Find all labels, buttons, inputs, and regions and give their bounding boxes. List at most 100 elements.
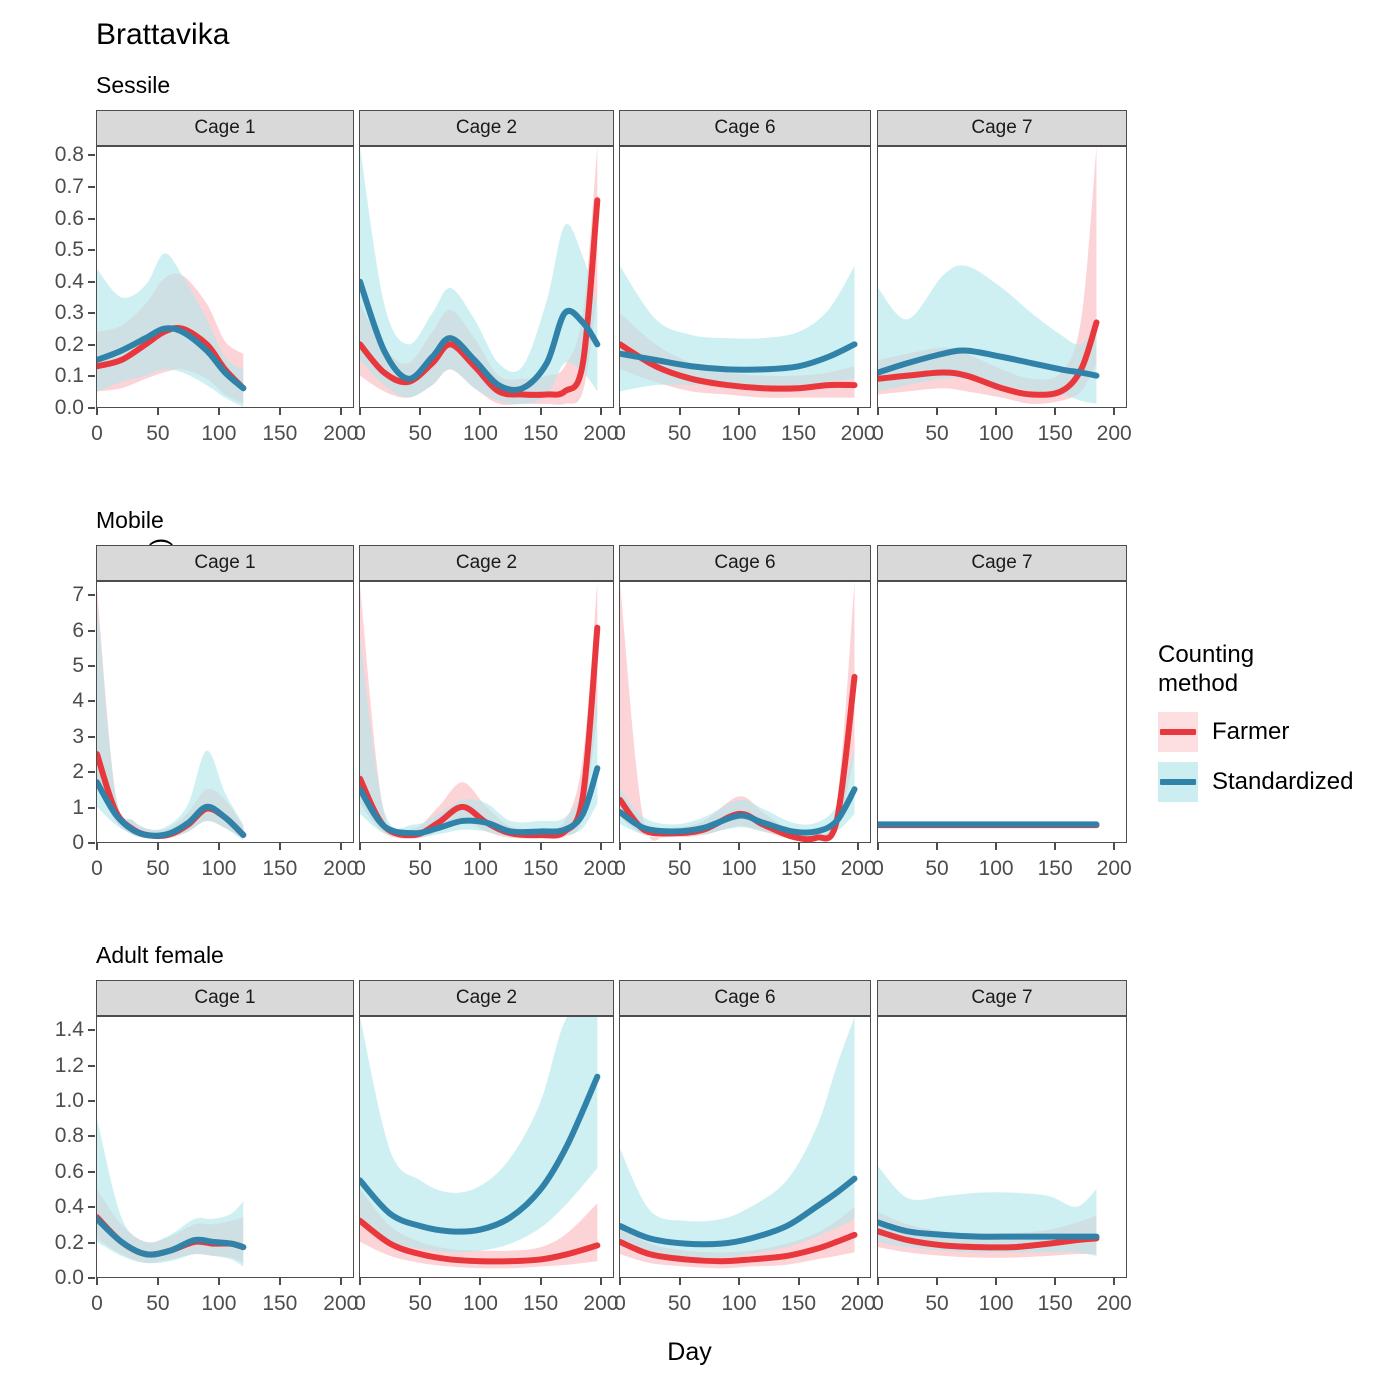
y-tick-mark [88,1064,95,1067]
x-tick-mark [995,1278,998,1285]
y-tick-label: 0.6 [54,206,84,230]
y-tick-mark [88,594,95,597]
y-tick-label: 7 [72,583,84,607]
x-tick-mark [1113,843,1116,850]
y-tick-mark [88,806,95,809]
y-tick-mark [88,375,95,378]
y-tick-label: 5 [72,653,84,677]
x-tick-label: 100 [201,422,237,445]
x-tick-mark [857,408,860,415]
y-tick-mark [88,1029,95,1032]
x-tick-mark [217,408,220,415]
x-tick-label: 50 [408,857,432,880]
row-subtitle-adult_female: Adult female [96,942,224,968]
y-tick-label: 0.7 [54,175,84,199]
x-tick-label: 200 [840,1292,876,1315]
y-tick-label: 0.1 [54,364,84,388]
legend: Counting method Farmer Standardized [1158,640,1353,812]
x-tick-mark [419,1278,422,1285]
x-tick-label: 0 [91,1292,103,1315]
x-tick-mark [339,408,342,415]
x-tick-label: 0 [91,857,103,880]
x-tick-label: 100 [978,1292,1014,1315]
panel-adult_female-cage-1 [96,1016,354,1278]
x-tick-mark [619,408,621,415]
x-tick-mark [1054,1278,1057,1285]
x-tick-mark [359,408,361,415]
x-tick-label: 50 [408,1292,432,1315]
panel-mobile-cage-6 [619,581,871,843]
y-tick-mark [88,1135,95,1138]
legend-item-standardized[interactable]: Standardized [1158,762,1353,802]
x-tick-mark [738,1278,741,1285]
panel-sessile-cage-6 [619,146,871,408]
x-tick-label: 0 [614,422,626,445]
x-tick-label: 200 [840,857,876,880]
x-tick-mark [738,408,741,415]
y-tick-mark [88,186,95,189]
x-tick-label: 50 [667,1292,692,1315]
x-tick-label: 150 [1037,422,1073,445]
x-tick-label: 150 [523,422,559,445]
x-tick-mark [738,843,741,850]
x-tick-mark [1113,408,1116,415]
x-tick-mark [156,1278,159,1285]
x-tick-label: 200 [1096,422,1132,445]
panel-mobile-cage-1 [96,581,354,843]
legend-title: Counting method [1158,641,1255,697]
y-tick-label: 0 [72,831,84,854]
x-tick-label: 150 [523,857,559,880]
x-tick-label: 200 [1096,857,1132,880]
legend-line-swatch [1160,779,1196,785]
x-tick-label: 50 [146,1292,170,1315]
x-tick-mark [1113,1278,1116,1285]
x-tick-mark [857,843,860,850]
x-tick-mark [278,408,281,415]
x-tick-label: 100 [721,1292,757,1315]
x-tick-label: 150 [262,422,298,445]
x-tick-label: 200 [323,422,359,445]
facet-strip-adult_female-cage-1: Cage 1 [96,980,354,1016]
x-tick-mark [539,1278,542,1285]
x-tick-mark [339,1278,342,1285]
x-tick-mark [619,843,621,850]
y-tick-mark [88,1099,95,1102]
x-tick-mark [479,408,482,415]
facet-strip-adult_female-cage-2: Cage 2 [359,980,614,1016]
y-tick-mark [88,1170,95,1173]
y-tick-label: 0.3 [54,301,84,325]
x-tick-label: 200 [323,857,359,880]
y-tick-mark [88,842,95,844]
y-tick-label: 6 [72,618,84,642]
legend-items: Farmer Standardized [1158,712,1353,802]
x-tick-mark [877,1278,879,1285]
y-tick-mark [88,700,95,703]
x-tick-mark [217,843,220,850]
panel-sessile-cage-7 [877,146,1127,408]
x-tick-mark [619,1278,621,1285]
y-tick-label: 0.8 [54,143,84,167]
x-tick-label: 0 [872,422,884,445]
x-tick-mark [339,843,342,850]
x-tick-label: 100 [201,857,237,880]
x-tick-label: 50 [667,422,692,445]
y-tick-mark [88,343,95,346]
panel-mobile-cage-7 [877,581,1127,843]
x-tick-mark [1054,843,1057,850]
x-tick-label: 200 [840,422,876,445]
x-tick-mark [539,408,542,415]
x-tick-mark [936,843,939,850]
x-tick-label: 0 [614,857,626,880]
x-tick-label: 0 [354,1292,366,1315]
y-tick-label: 0.4 [54,1195,84,1219]
x-tick-label: 50 [925,857,949,880]
x-tick-mark [797,1278,800,1285]
x-axis-title: Day [0,1338,1379,1367]
x-tick-mark [599,1278,602,1285]
x-tick-label: 100 [462,857,498,880]
x-tick-mark [479,1278,482,1285]
legend-item-farmer[interactable]: Farmer [1158,712,1353,752]
x-tick-mark [936,1278,939,1285]
x-tick-mark [217,1278,220,1285]
x-axis-title-label: Day [667,1338,712,1366]
